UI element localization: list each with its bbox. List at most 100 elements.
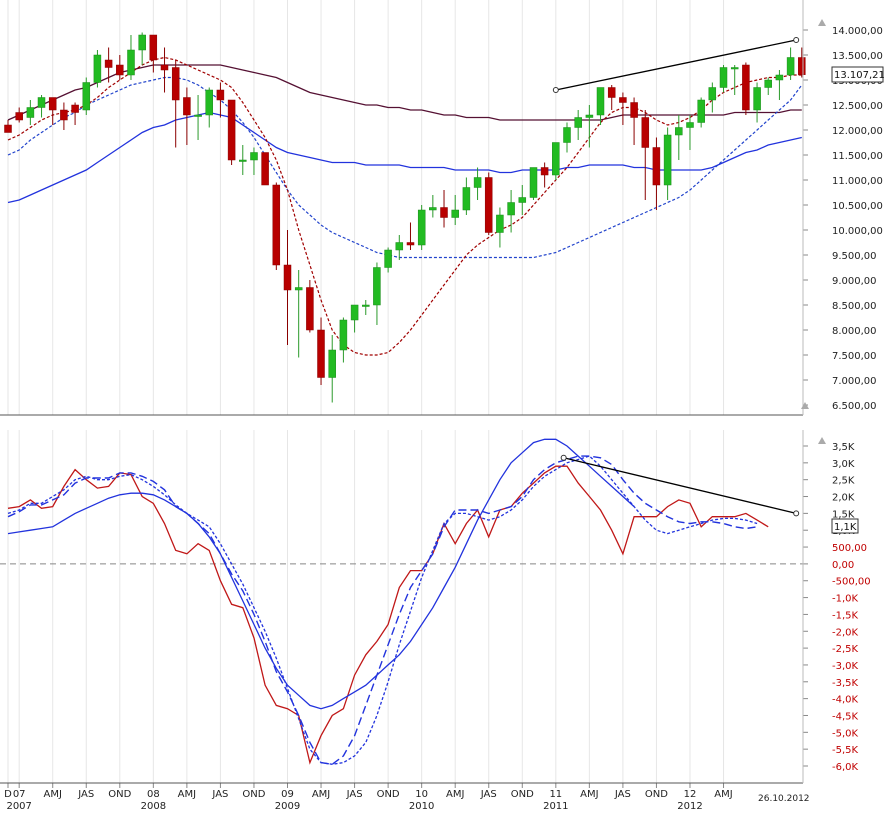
- candle-bull: [585, 114, 594, 118]
- y-tick-label-lower: 2,5K: [832, 476, 855, 487]
- y-tick-label-lower: -4,0K: [832, 695, 859, 706]
- y-tick-label-lower: -6,0K: [832, 762, 859, 773]
- macd-trendline-handle: [560, 454, 567, 461]
- year-label: 2008: [141, 801, 166, 812]
- x-tick-label: 12: [684, 789, 697, 800]
- y-tick-label-upper: 11.000,00: [832, 176, 883, 187]
- x-tick-label: OND: [108, 789, 131, 800]
- candle-bull: [451, 209, 459, 218]
- x-tick-label: AMJ: [714, 789, 732, 800]
- trendline-handle: [793, 37, 800, 43]
- candle-bull: [239, 159, 247, 162]
- candle-bull: [518, 197, 527, 203]
- candle-bull: [596, 87, 605, 116]
- x-tick-label: AMJ: [580, 789, 598, 800]
- date-stamp: 26.10.2012: [758, 794, 810, 804]
- y-tick-label-lower: -2,0K: [832, 627, 859, 638]
- candle-bear: [272, 184, 281, 266]
- candle-bull: [507, 202, 515, 216]
- candle-bear: [484, 177, 493, 233]
- candle-bear: [798, 57, 806, 75]
- y-tick-label-lower: -3,5K: [832, 678, 859, 689]
- candle-bear: [60, 109, 68, 121]
- candle-bull: [473, 177, 482, 188]
- y-tick-label-upper: 8.000,00: [832, 326, 877, 337]
- candle-bear: [306, 287, 314, 331]
- year-label: 2012: [677, 801, 702, 812]
- y-tick-label-lower: -1,5K: [832, 610, 859, 621]
- candle-bull: [417, 209, 426, 246]
- candle-bull: [496, 214, 504, 233]
- year-label: 2011: [543, 801, 568, 812]
- candle-bull: [205, 89, 213, 116]
- candle-bear: [216, 89, 225, 101]
- candle-bull: [552, 142, 560, 176]
- candle-bear: [149, 34, 158, 61]
- candle-bull: [138, 34, 146, 51]
- candle-bull: [93, 54, 102, 83]
- candle-bull: [708, 87, 717, 101]
- candle-bull: [775, 74, 784, 81]
- chart-stage: 6.500,00 7.000,00 7.500,00 8.000,00 8.500,00…: [0, 0, 887, 813]
- x-tick-label: JAS: [211, 789, 228, 800]
- candle-bear: [71, 104, 79, 113]
- x-tick-label: AMJ: [446, 789, 464, 800]
- candle-bear: [317, 329, 325, 378]
- x-tick-label: OND: [377, 789, 400, 800]
- y-tick-label-upper: 10.500,00: [832, 201, 883, 212]
- sma-purple-line: [7, 64, 802, 121]
- ema-blue-dotted-line: [7, 76, 803, 259]
- candle-bull: [675, 127, 683, 136]
- candle-bull: [786, 57, 795, 76]
- candle-bear: [619, 97, 627, 103]
- x-tick-label: 07: [13, 789, 26, 800]
- x-tick-label: JAS: [346, 789, 363, 800]
- price-trendline: [555, 39, 797, 91]
- year-label: 2007: [6, 801, 31, 812]
- candle-bear: [104, 59, 113, 68]
- y-tick-label-lower: 0,00: [832, 560, 854, 571]
- candle-bull: [373, 267, 381, 306]
- x-tick-label: OND: [511, 789, 534, 800]
- candle-bull: [339, 319, 348, 351]
- price-label: 13.107,21: [834, 70, 885, 81]
- candle-bull: [82, 82, 91, 111]
- scroll-up-arrow-upper[interactable]: [818, 19, 826, 26]
- scroll-up-arrow-lower[interactable]: [818, 437, 826, 444]
- candle-bear: [742, 64, 750, 111]
- y-tick-label-lower: -3,0K: [832, 661, 859, 672]
- y-tick-label-upper: 9.000,00: [832, 276, 877, 287]
- macd-series-dotted-blue: [7, 455, 758, 765]
- candle-bear: [283, 264, 292, 291]
- candle-bull: [462, 187, 471, 211]
- candle-bear: [171, 67, 180, 101]
- x-tick-label: JAS: [77, 789, 94, 800]
- candle-bear: [4, 124, 12, 133]
- chart-svg: 6.500,00 7.000,00 7.500,00 8.000,00 8.500,00…: [0, 0, 885, 812]
- candle-bull: [250, 152, 258, 161]
- candle-bull: [730, 67, 739, 70]
- candle-bear: [540, 167, 549, 176]
- y-tick-label-upper: 13.500,00: [832, 51, 883, 62]
- y-tick-label-lower: -1,0K: [832, 594, 859, 605]
- candle-bear: [15, 112, 23, 121]
- y-tick-label-lower: -4,5K: [832, 711, 859, 722]
- year-label: 2009: [275, 801, 300, 812]
- macd-trendline-handle: [793, 510, 800, 517]
- candle-bear: [183, 97, 191, 116]
- y-tick-label-upper: 8.500,00: [832, 301, 877, 312]
- y-tick-label-upper: 12.000,00: [832, 126, 883, 137]
- axis-layer: 6.500,00 7.000,00 7.500,00 8.000,00 8.500,00…: [4, 26, 883, 812]
- macd-trendline: [563, 457, 797, 515]
- candle-bear: [116, 64, 124, 76]
- candle-bear: [652, 147, 661, 186]
- macd-label: 1,1K: [834, 522, 857, 533]
- candle-bear: [160, 64, 169, 71]
- candle-bull: [663, 134, 672, 186]
- grid-layer: [7, 0, 725, 783]
- y-tick-label-lower: 3,0K: [832, 459, 855, 470]
- x-tick-label: OND: [645, 789, 668, 800]
- candle-bull: [26, 107, 35, 118]
- candle-bear: [406, 242, 415, 246]
- candle-bull: [294, 287, 303, 291]
